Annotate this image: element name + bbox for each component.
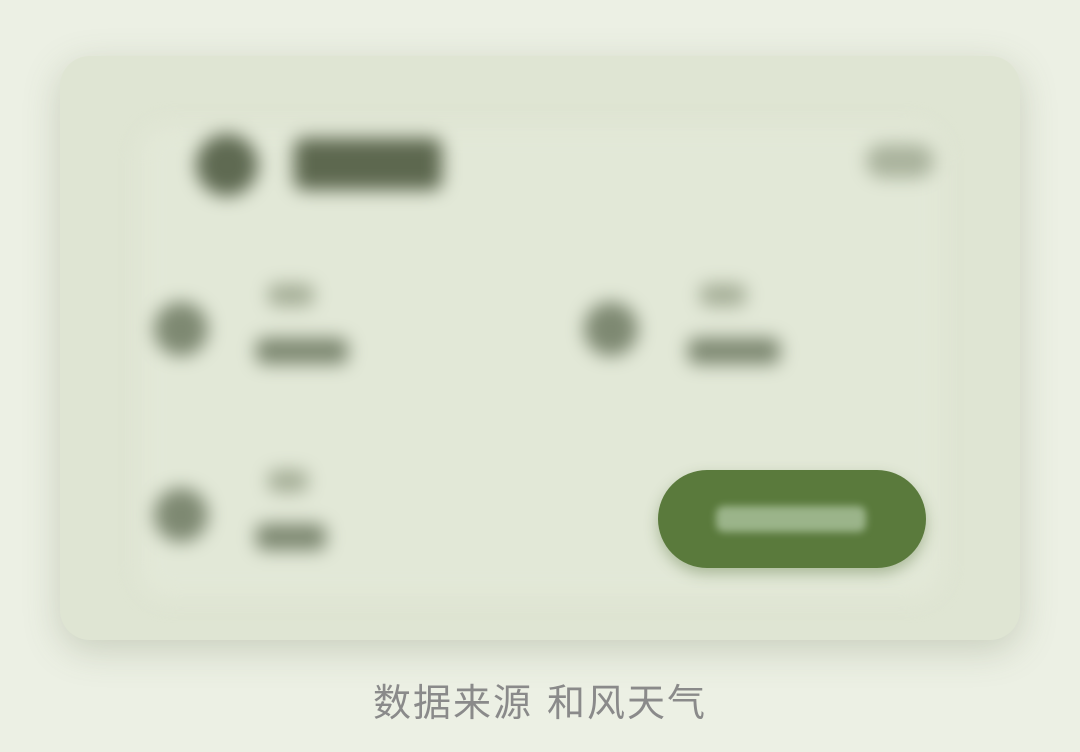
wind-value	[256, 338, 348, 364]
action-button[interactable]	[658, 470, 926, 568]
temperature-title	[294, 138, 442, 190]
wind-icon	[154, 302, 208, 356]
action-button-label	[716, 506, 866, 532]
pressure-icon	[154, 488, 208, 542]
humidity-icon	[584, 302, 638, 356]
weather-widget-card	[60, 56, 1020, 640]
humidity-value	[688, 338, 780, 364]
screen: 数据来源 和风天气	[0, 0, 1080, 752]
wind-label	[268, 284, 314, 306]
humidity-label	[700, 284, 746, 306]
pressure-label	[268, 470, 308, 492]
pressure-value	[256, 524, 326, 550]
data-source-caption: 数据来源 和风天气	[372, 681, 708, 725]
weather-icon	[196, 134, 258, 196]
more-button[interactable]	[866, 144, 934, 178]
